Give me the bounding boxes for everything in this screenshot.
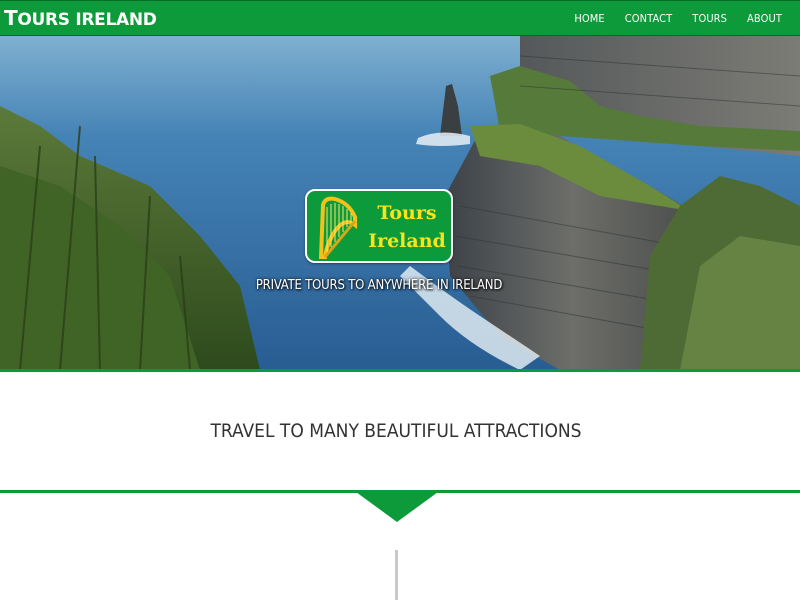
logo-text-line1: Tours (377, 202, 437, 224)
harp-icon (318, 196, 357, 259)
brand-rest: OURS IRELAND (17, 10, 157, 30)
nav-tours[interactable]: TOURS (682, 12, 737, 25)
tours-ireland-logo: Tours Ireland (305, 189, 453, 263)
brand-link[interactable]: TOURS IRELAND (4, 6, 157, 30)
hero-bottom-border (0, 369, 800, 372)
section-heading: TRAVEL TO MANY BEAUTIFUL ATTRACTIONS (210, 420, 582, 442)
nav-home[interactable]: HOME (564, 12, 614, 25)
logo-text-line2: Ireland (368, 230, 446, 252)
hero-banner: Tours Ireland PRIVATE TOURS TO ANYWHERE … (0, 36, 800, 370)
nav-about[interactable]: ABOUT (737, 12, 792, 25)
nav-menu: HOME CONTACT TOURS ABOUT (564, 1, 792, 35)
nav-contact[interactable]: CONTACT (615, 12, 683, 25)
brand-initial: T (4, 6, 18, 30)
timeline-line (395, 550, 398, 600)
hero-tagline: PRIVATE TOURS TO ANYWHERE IN IRELAND (255, 278, 503, 293)
top-navbar: TOURS IRELAND HOME CONTACT TOURS ABOUT (0, 0, 800, 36)
chevron-down-icon (356, 492, 438, 522)
